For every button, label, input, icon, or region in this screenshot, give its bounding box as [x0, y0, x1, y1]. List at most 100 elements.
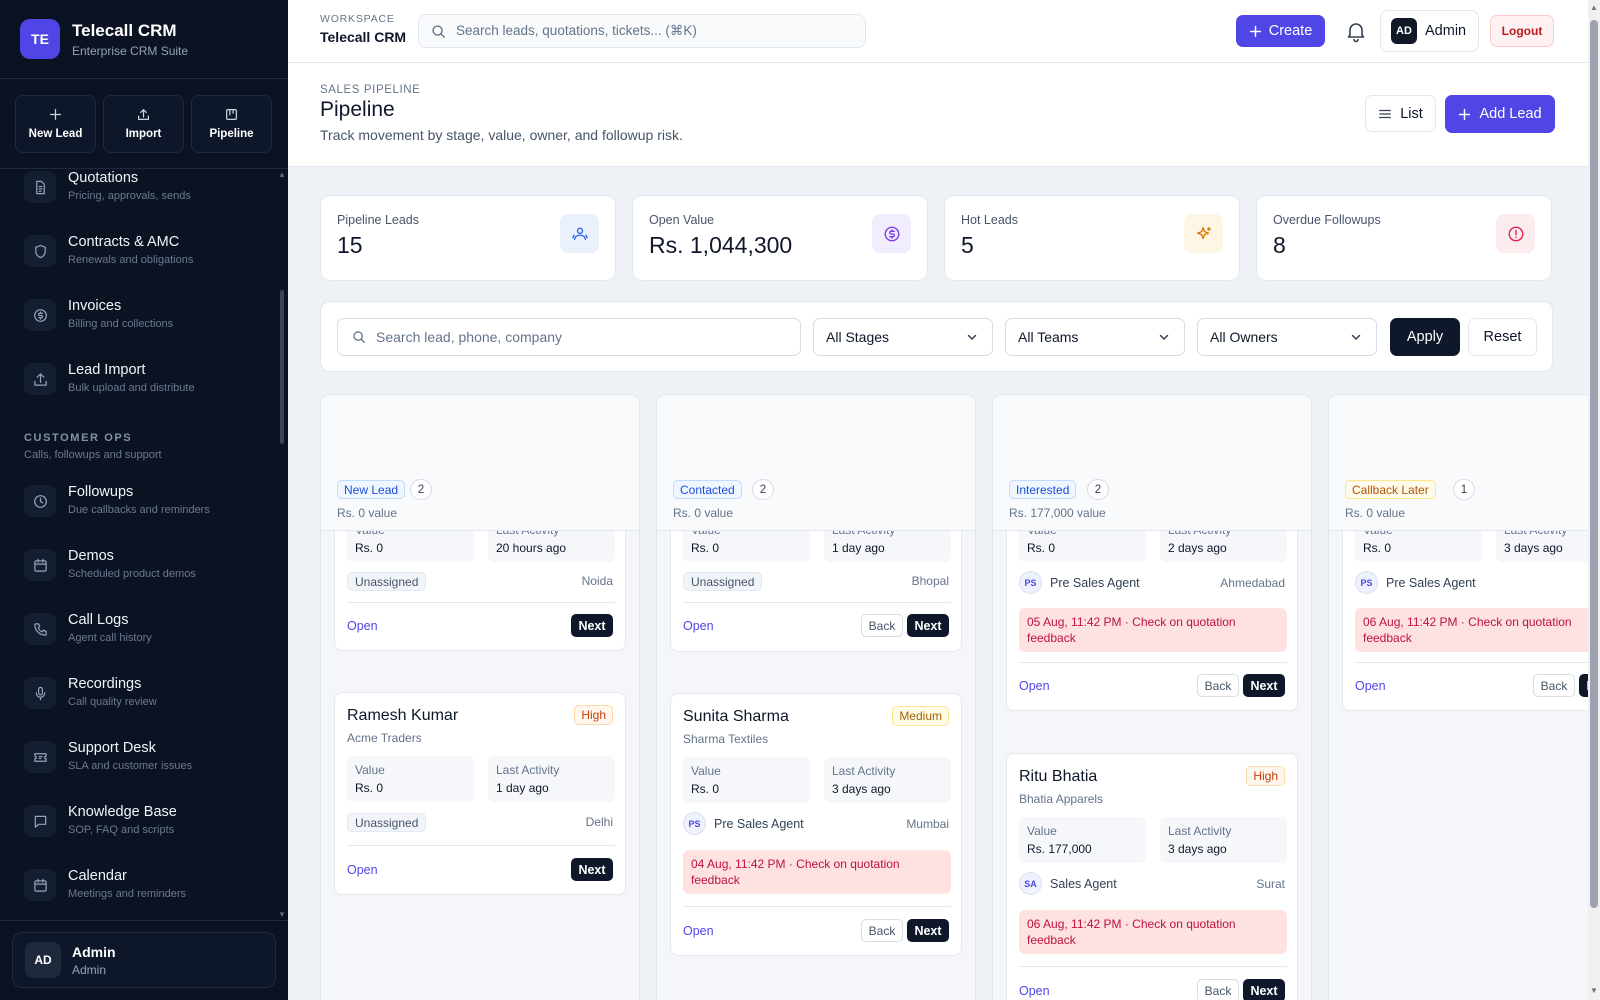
lead-owner: Unassigned — [683, 572, 763, 591]
scroll-up-arrow[interactable]: ▲ — [1590, 3, 1598, 12]
brand-logo: TE — [20, 19, 60, 59]
next-stage-button[interactable]: Next — [907, 614, 949, 637]
apply-button[interactable]: Apply — [1390, 318, 1460, 356]
brand-title: Telecall CRM — [72, 20, 177, 40]
sidebar-item-contracts[interactable]: Contracts & AMC Renewals and obligations — [24, 233, 193, 267]
document-icon — [35, 180, 45, 194]
owner-select[interactable]: All Owners — [1197, 318, 1377, 356]
quick-actions: New Lead Import Pipeline — [15, 95, 272, 153]
stage-select[interactable]: All Stages — [813, 318, 993, 356]
stage-value: Rs. 0 value — [1345, 506, 1406, 520]
sidebar-item-invoices[interactable]: Invoices Billing and collections — [24, 297, 173, 331]
sidebar-item-label: Contracts & AMC — [68, 234, 180, 250]
sidebar-item-knowledge-base[interactable]: Knowledge Base SOP, FAQ and scripts — [24, 803, 177, 837]
admin-menu-button[interactable]: AD Admin — [1380, 10, 1479, 52]
sidebar-scroll-up-arrow[interactable]: ▲ — [278, 170, 286, 179]
ticket-icon — [33, 752, 47, 762]
logout-button[interactable]: Logout — [1490, 15, 1554, 47]
shield-icon — [34, 244, 46, 258]
quick-new-lead-button[interactable]: New Lead — [15, 95, 96, 153]
next-stage-button[interactable]: Next — [571, 614, 613, 637]
sidebar-item-sub: Scheduled product demos — [68, 568, 196, 580]
sidebar-item-support-desk[interactable]: Support Desk SLA and customer issues — [24, 739, 192, 773]
stage-count: 2 — [752, 479, 774, 500]
sparkle-icon — [1196, 226, 1211, 239]
sidebar-item-calendar[interactable]: Calendar Meetings and reminders — [24, 867, 186, 901]
list-icon — [1379, 109, 1392, 118]
stage-column-header: New Lead 2 Rs. 0 value — [321, 395, 639, 531]
sidebar-item-sub: Bulk upload and distribute — [68, 382, 195, 394]
value-label: Value — [1027, 824, 1057, 838]
lead-owner: SA Sales Agent — [1019, 872, 1117, 895]
next-stage-button[interactable]: Next — [1579, 674, 1588, 697]
stage-column-header: Contacted 2 Rs. 0 value — [657, 395, 975, 531]
sidebar-user-card[interactable]: AD Admin Admin — [12, 932, 276, 988]
lead-card[interactable]: ValueRs. 0 Last Activity2 days ago PSPre… — [1006, 503, 1298, 711]
previous-stage-button[interactable]: Back — [861, 614, 903, 637]
global-search-input[interactable]: Search leads, quotations, tickets... (⌘K… — [418, 14, 866, 48]
quick-pipeline-button[interactable]: Pipeline — [191, 95, 272, 153]
sidebar-scroll-down-arrow[interactable]: ▼ — [278, 910, 286, 919]
owner-chip: Unassigned — [347, 813, 427, 832]
quick-import-button[interactable]: Import — [103, 95, 184, 153]
sidebar-item-lead-import[interactable]: Lead Import Bulk upload and distribute — [24, 361, 195, 395]
sidebar-item-sub: Call quality review — [68, 696, 157, 708]
activity-box: Last Activity 3 days ago — [824, 757, 951, 803]
lead-search-input[interactable]: Search lead, phone, company — [337, 318, 801, 356]
scroll-down-arrow[interactable]: ▼ — [1590, 986, 1598, 995]
team-select[interactable]: All Teams — [1005, 318, 1185, 356]
sidebar-item-label: Followups — [68, 484, 134, 500]
open-lead-link[interactable]: Open — [1019, 679, 1050, 693]
bell-icon[interactable] — [1344, 19, 1368, 43]
scrollbar-thumb[interactable] — [1590, 20, 1598, 908]
phone-icon — [33, 622, 47, 636]
previous-stage-button[interactable]: Back — [1197, 674, 1239, 697]
lead-value: Rs. 0 — [355, 781, 384, 795]
stage-badge: Callback Later — [1345, 480, 1436, 499]
lead-city: Noida — [581, 574, 613, 588]
next-stage-button[interactable]: Next — [571, 858, 613, 881]
next-stage-button[interactable]: Next — [1243, 674, 1285, 697]
next-stage-button[interactable]: Next — [907, 919, 949, 942]
next-stage-button[interactable]: Next — [1243, 979, 1285, 1000]
workspace-switcher[interactable]: WORKSPACE Telecall CRM — [320, 13, 406, 45]
previous-stage-button[interactable]: Back — [861, 919, 903, 942]
open-lead-link[interactable]: Open — [1019, 984, 1050, 998]
stage-count: 2 — [1087, 479, 1109, 500]
followup-alert: 06 Aug, 11:42 PM · Check on quotation fe… — [1019, 910, 1287, 954]
open-lead-link[interactable]: Open — [347, 863, 378, 877]
open-lead-link[interactable]: Open — [683, 924, 714, 938]
create-button[interactable]: Create — [1236, 15, 1325, 47]
sidebar-item-demos[interactable]: Demos Scheduled product demos — [24, 547, 196, 581]
sidebar-item-quotations[interactable]: Quotations Pricing, approvals, sends — [24, 169, 191, 203]
lead-card[interactable]: Sunita Sharma Sharma Textiles Medium Val… — [670, 693, 962, 956]
lead-card[interactable]: Ritu Bhatia Bhatia Apparels High Value Rs… — [1006, 753, 1298, 1000]
value-box: Value Rs. 177,000 — [1019, 817, 1146, 863]
reset-button[interactable]: Reset — [1468, 318, 1537, 356]
stage-value: Rs. 0 value — [673, 506, 734, 520]
owner-name: Sales Agent — [1050, 876, 1117, 891]
lead-owner: Unassigned — [347, 572, 427, 591]
sidebar-item-followups[interactable]: Followups Due callbacks and reminders — [24, 483, 210, 517]
open-lead-link[interactable]: Open — [347, 619, 378, 633]
global-search-placeholder: Search leads, quotations, tickets... (⌘K… — [456, 23, 697, 38]
previous-stage-button[interactable]: Back — [1197, 979, 1239, 1000]
open-lead-link[interactable]: Open — [683, 619, 714, 633]
sidebar-item-call-logs[interactable]: Call Logs Agent call history — [24, 611, 152, 645]
add-lead-button[interactable]: Add Lead — [1445, 95, 1555, 133]
lead-name: Ritu Bhatia — [1019, 768, 1098, 785]
sidebar-item-recordings[interactable]: Recordings Call quality review — [24, 675, 157, 709]
open-lead-link[interactable]: Open — [1355, 679, 1386, 693]
page-scrollbar[interactable]: ▲ ▼ — [1588, 0, 1600, 1000]
owner-name: Pre Sales Agent — [1050, 575, 1140, 590]
brand[interactable]: TE Telecall CRM Enterprise CRM Suite — [20, 19, 188, 59]
lead-company: Acme Traders — [347, 731, 422, 745]
lead-card[interactable]: Ramesh Kumar Acme Traders High Value Rs. … — [334, 692, 626, 895]
previous-stage-button[interactable]: Back — [1533, 674, 1575, 697]
list-view-button[interactable]: List — [1365, 95, 1436, 132]
pipeline-board: Value Rs. 0 Last Activity 20 hours ago Una… — [288, 392, 1588, 1000]
sidebar-divider — [0, 78, 288, 79]
admin-label: Admin — [1425, 23, 1467, 39]
sidebar-scrollbar[interactable] — [280, 290, 284, 444]
lead-card[interactable]: ValueRs. 0 Last Activity3 days ago PSPre… — [1342, 503, 1588, 711]
